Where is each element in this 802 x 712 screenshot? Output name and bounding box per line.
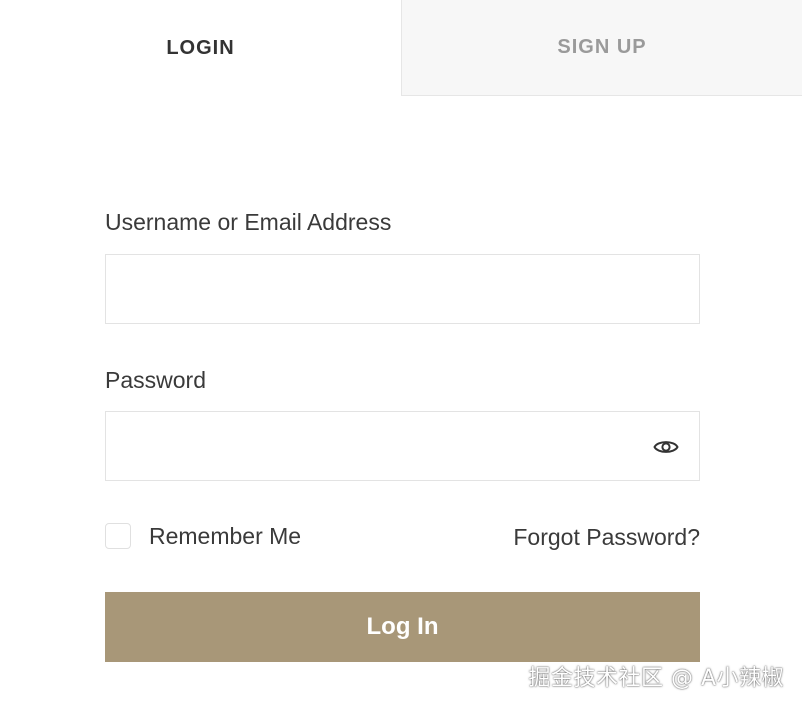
tab-login[interactable]: LOGIN bbox=[0, 0, 401, 96]
password-field-wrapper bbox=[105, 411, 700, 481]
remember-me[interactable]: Remember Me bbox=[105, 521, 301, 551]
watermark-text: 掘金技术社区 @ A小辣椒 bbox=[528, 666, 784, 691]
tab-signup[interactable]: SIGN UP bbox=[401, 0, 802, 96]
password-label: Password bbox=[105, 367, 206, 393]
auth-tabs: LOGIN SIGN UP bbox=[0, 0, 802, 96]
username-input[interactable] bbox=[106, 255, 699, 323]
remember-me-checkbox[interactable] bbox=[105, 523, 131, 549]
login-page: LOGIN SIGN UP Username or Email Address … bbox=[0, 0, 802, 712]
username-field-wrapper bbox=[105, 254, 700, 324]
eye-icon[interactable] bbox=[653, 434, 679, 460]
password-input[interactable] bbox=[106, 412, 699, 480]
login-button[interactable]: Log In bbox=[105, 592, 700, 662]
forgot-password-link[interactable]: Forgot Password? bbox=[513, 521, 700, 553]
tab-signup-label: SIGN UP bbox=[557, 36, 647, 58]
tab-login-label: LOGIN bbox=[166, 36, 235, 59]
username-label: Username or Email Address bbox=[105, 209, 392, 235]
remember-me-label: Remember Me bbox=[149, 522, 302, 549]
